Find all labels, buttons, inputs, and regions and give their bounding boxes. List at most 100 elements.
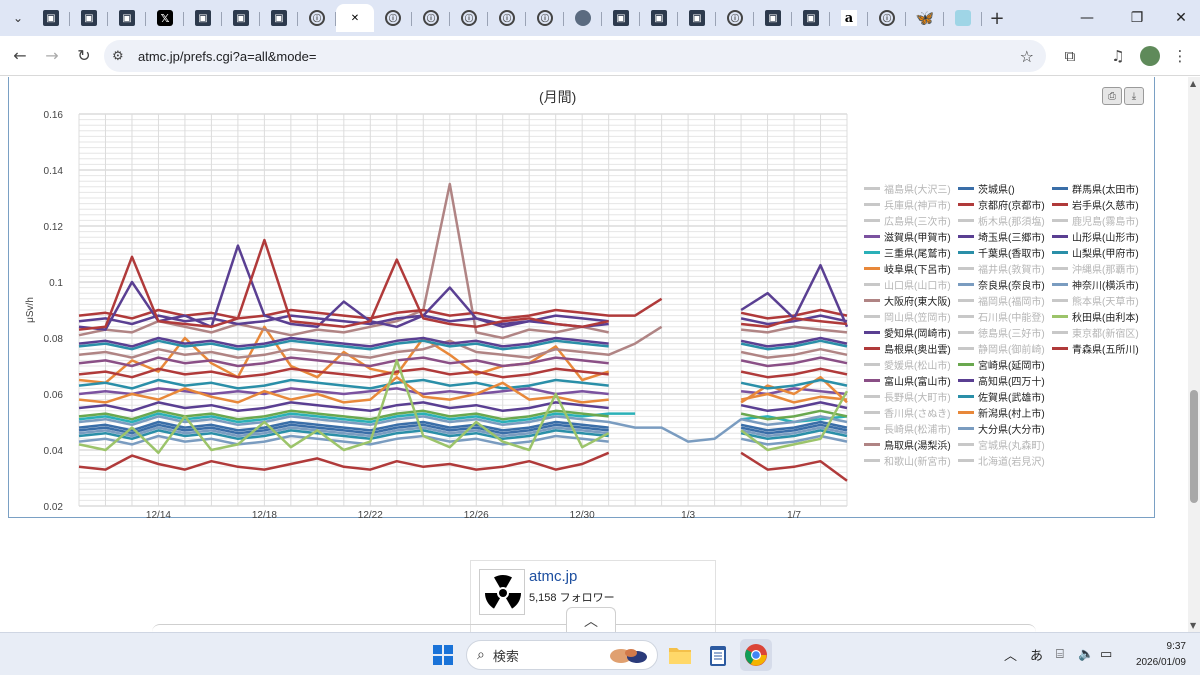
forward-button[interactable]: → xyxy=(36,40,68,72)
legend-item[interactable]: 長崎県(松浦市) xyxy=(864,420,951,436)
legend-item[interactable]: 富山県(富山市) xyxy=(864,372,951,388)
legend-item[interactable]: 岡山県(笠岡市) xyxy=(864,308,951,324)
browser-tab[interactable]: ⓘ xyxy=(298,4,336,32)
browser-tab[interactable]: 𝕏 xyxy=(146,4,184,32)
legend-item[interactable]: 山形県(山形市) xyxy=(1052,228,1139,244)
browser-tab[interactable]: ⓘ xyxy=(716,4,754,32)
clock[interactable]: 9:37 2026/01/09 xyxy=(1136,639,1186,671)
legend-item[interactable]: 石川県(中能登) xyxy=(958,308,1045,324)
legend-item[interactable]: 兵庫県(神戸市) xyxy=(864,196,951,212)
account-name[interactable]: atmc.jp xyxy=(529,568,577,585)
media-controls-icon[interactable]: ♫ xyxy=(1102,40,1134,72)
legend-item[interactable]: 北海道(岩見沢) xyxy=(958,452,1045,468)
volume-icon[interactable]: 🔈 xyxy=(1078,633,1094,676)
legend-item[interactable]: 茨城県() xyxy=(958,180,1015,196)
legend-item[interactable]: 鹿児島(霧島市) xyxy=(1052,212,1139,228)
legend-item[interactable]: 長野県(大町市) xyxy=(864,388,951,404)
network-icon[interactable]: ⌸ xyxy=(1056,633,1064,676)
browser-tab[interactable]: ▣ xyxy=(70,4,108,32)
scroll-down-icon[interactable]: ▼ xyxy=(1190,621,1196,630)
avatar[interactable] xyxy=(1134,40,1166,72)
browser-tab[interactable]: ▣ xyxy=(222,4,260,32)
browser-tab[interactable]: ⓘ xyxy=(374,4,412,32)
browser-tab[interactable]: ✕ xyxy=(336,4,374,32)
file-explorer-button[interactable] xyxy=(664,639,696,671)
legend-item[interactable]: 埼玉県(三郷市) xyxy=(958,228,1045,244)
legend-item[interactable]: 三重県(尾鷲市) xyxy=(864,244,951,260)
legend-item[interactable]: 高知県(四万十) xyxy=(958,372,1045,388)
legend-item[interactable]: 福岡県(福岡市) xyxy=(958,292,1045,308)
legend-item[interactable]: 鳥取県(湯梨浜) xyxy=(864,436,951,452)
legend-item[interactable]: 福井県(敦賀市) xyxy=(958,260,1045,276)
browser-tab[interactable]: a xyxy=(830,4,868,32)
legend-item[interactable]: 大分県(大分市) xyxy=(958,420,1045,436)
legend-item[interactable]: 群馬県(太田市) xyxy=(1052,180,1139,196)
legend-item[interactable]: 島根県(奥出雲) xyxy=(864,340,951,356)
legend-item[interactable]: 神奈川(横浜市) xyxy=(1052,276,1139,292)
browser-tab[interactable]: ▣ xyxy=(640,4,678,32)
address-bar[interactable]: ⚙ atmc.jp/prefs.cgi?a=all&mode= ☆ xyxy=(104,40,1046,72)
chrome-button[interactable] xyxy=(740,639,772,671)
scrollbar-thumb[interactable] xyxy=(1190,390,1198,503)
browser-tab[interactable]: ⓘ xyxy=(488,4,526,32)
browser-tab[interactable] xyxy=(564,4,602,32)
browser-tab[interactable] xyxy=(944,4,982,32)
start-button[interactable] xyxy=(427,639,459,671)
legend-item[interactable]: 静岡県(御前崎) xyxy=(958,340,1045,356)
legend-item[interactable]: 香川県(さぬき) xyxy=(864,404,950,420)
tab-search-button[interactable]: ⌄ xyxy=(4,4,32,32)
browser-tab[interactable]: ⓘ xyxy=(526,4,564,32)
menu-kebab-icon[interactable]: ⋮ xyxy=(1164,40,1196,72)
browser-tab[interactable]: 🦋 xyxy=(906,4,944,32)
legend-item[interactable]: 新潟県(村上市) xyxy=(958,404,1045,420)
legend-item[interactable]: 京都府(京都市) xyxy=(958,196,1045,212)
browser-tab[interactable]: ▣ xyxy=(108,4,146,32)
browser-tab[interactable]: ⓘ xyxy=(868,4,906,32)
browser-tab[interactable]: ▣ xyxy=(678,4,716,32)
new-tab-button[interactable]: + xyxy=(982,4,1012,32)
browser-tab[interactable]: ⓘ xyxy=(450,4,488,32)
legend-item[interactable]: 宮城県(丸森町) xyxy=(958,436,1045,452)
legend-item[interactable]: 栃木県(那須塩) xyxy=(958,212,1045,228)
battery-icon[interactable]: ▭ xyxy=(1100,633,1112,676)
scroll-up-icon[interactable]: ▲ xyxy=(1190,79,1196,88)
browser-tab[interactable]: ▣ xyxy=(32,4,70,32)
show-hidden-icons-button[interactable]: ︿ xyxy=(1004,633,1017,676)
extensions-icon[interactable]: ⧉ xyxy=(1054,40,1086,72)
collapse-button[interactable]: ︿ xyxy=(566,607,616,632)
browser-tab[interactable]: ▣ xyxy=(260,4,298,32)
legend-item[interactable]: 奈良県(奈良市) xyxy=(958,276,1045,292)
legend-item[interactable]: 広島県(三次市) xyxy=(864,212,951,228)
legend-item[interactable]: 熊本県(天草市) xyxy=(1052,292,1139,308)
legend-item[interactable]: 岩手県(久慈市) xyxy=(1052,196,1139,212)
close-icon-icon[interactable]: ✕ xyxy=(347,10,363,26)
site-info-icon[interactable]: ⚙ xyxy=(112,49,138,64)
notepad-button[interactable] xyxy=(702,639,734,671)
browser-tab[interactable]: ▣ xyxy=(184,4,222,32)
legend-item[interactable]: 福島県(大沢三) xyxy=(864,180,951,196)
legend-item[interactable]: 和歌山(新宮市) xyxy=(864,452,951,468)
page-scrollbar[interactable]: ▲ ▼ xyxy=(1188,77,1200,632)
legend-item[interactable]: 佐賀県(武雄市) xyxy=(958,388,1045,404)
ime-indicator[interactable]: あ xyxy=(1030,633,1043,676)
legend-item[interactable]: 大阪府(東大阪) xyxy=(864,292,951,308)
bookmark-star-icon[interactable]: ☆ xyxy=(1020,47,1034,66)
legend-item[interactable]: 東京都(新宿区) xyxy=(1052,324,1139,340)
legend-item[interactable]: 徳島県(三好市) xyxy=(958,324,1045,340)
maximize-button[interactable]: ❐ xyxy=(1114,0,1160,36)
browser-tab[interactable]: ▣ xyxy=(602,4,640,32)
legend-item[interactable]: 山口県(山口市) xyxy=(864,276,951,292)
browser-tab[interactable]: ▣ xyxy=(792,4,830,32)
legend-item[interactable]: 滋賀県(甲賀市) xyxy=(864,228,951,244)
legend-item[interactable]: 千葉県(香取市) xyxy=(958,244,1045,260)
legend-item[interactable]: 愛媛県(松山市) xyxy=(864,356,951,372)
back-button[interactable]: ← xyxy=(4,40,36,72)
legend-item[interactable]: 宮崎県(延岡市) xyxy=(958,356,1045,372)
reload-button[interactable]: ↻ xyxy=(68,40,100,72)
legend-item[interactable]: 秋田県(由利本) xyxy=(1052,308,1139,324)
minimize-button[interactable]: — xyxy=(1064,0,1110,36)
legend-item[interactable]: 青森県(五所川) xyxy=(1052,340,1139,356)
legend-item[interactable]: 山梨県(甲府市) xyxy=(1052,244,1139,260)
legend-item[interactable]: 愛知県(岡崎市) xyxy=(864,324,951,340)
close-window-button[interactable]: ✕ xyxy=(1158,0,1200,36)
